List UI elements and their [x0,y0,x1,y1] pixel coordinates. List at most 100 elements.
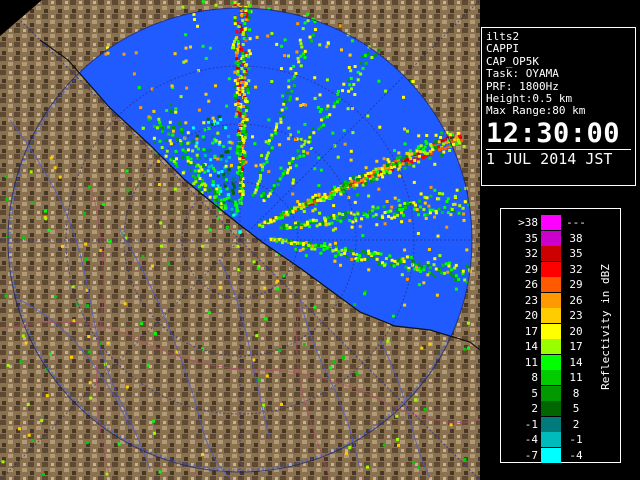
legend-color-swatch [541,339,561,354]
echo-cell [433,215,436,219]
echo-cell [439,136,443,139]
echo-cell [444,262,448,266]
echo-cell [377,187,381,191]
echo-cell [222,201,226,205]
echo-cell [423,201,427,205]
echo-cell [334,241,337,245]
echo-cell [442,142,446,146]
legend-color-swatch [541,323,561,339]
echo-cell [325,245,329,249]
echo-cell [264,140,268,144]
echo-cell [452,142,455,146]
echo-cell [230,163,233,167]
echo-cell [341,213,345,216]
echo-cell [18,427,21,431]
echo-cell [297,221,301,225]
echo-cell [353,93,357,96]
echo-cell [329,366,333,370]
echo-cell [134,51,138,55]
echo-cell [373,53,377,57]
echo-cell [19,360,23,364]
echo-cell [313,167,317,171]
echo-cell [400,220,404,224]
legend-color-swatch [541,370,561,385]
echo-cell [372,256,376,260]
echo-cell [122,52,126,56]
echo-cell [436,234,440,238]
echo-cell [399,260,403,264]
echo-cell [366,465,369,469]
echo-cell [375,159,379,163]
echo-cell [213,154,217,158]
echo-cell [232,191,235,195]
echo-cell [314,193,318,197]
echo-cell [88,381,92,385]
echo-cell [353,200,357,204]
radar-site-marker [238,230,242,234]
echo-cell [451,274,455,278]
echo-cell [332,204,336,208]
echo-cell [421,155,425,159]
observation-time: 12:30:00 [486,117,621,149]
echo-cell [435,293,439,297]
echo-cell [414,398,418,402]
echo-cell [243,22,247,25]
echo-cell [405,162,408,166]
radar-map-view[interactable] [0,0,480,480]
echo-cell [255,334,259,338]
echo-cell [390,258,394,262]
echo-cell [403,127,406,131]
echo-cell [453,266,457,270]
echo-cell [321,221,325,225]
echo-cell [425,142,429,145]
echo-cell [224,206,228,210]
echo-cell [366,114,370,118]
echo-cell [339,253,343,257]
echo-cell [235,82,239,86]
echo-cell [201,178,205,182]
echo-cell [253,191,257,195]
echo-cell [383,222,387,226]
echo-cell [440,211,444,214]
echo-cell [270,146,274,150]
echo-cell [87,335,91,338]
echo-cell [314,219,318,223]
echo-cell [378,216,382,220]
echo-cell [235,209,239,213]
echo-cell [268,192,272,196]
echo-cell [363,292,367,296]
echo-cell [383,263,386,267]
echo-cell [304,103,308,107]
echo-cell [219,154,223,158]
echo-cell [186,159,190,163]
echo-cell [234,61,238,65]
echo-cell [206,169,210,173]
echo-cell [398,203,402,207]
echo-cell [406,277,409,281]
echo-cell [125,169,129,173]
echo-cell [367,268,371,272]
echo-cell [376,252,380,255]
echo-cell [356,78,360,82]
echo-cell [375,170,379,174]
legend-upper-bound: 23 [569,309,583,322]
echo-cell [403,166,407,170]
echo-cell [405,255,409,259]
echo-cell [286,213,290,217]
echo-cell [228,146,232,150]
echo-cell [351,107,354,110]
echo-cell [306,19,310,23]
legend-upper-bound: 5 [572,402,580,415]
echo-cell [207,311,211,315]
echo-cell [291,157,295,161]
echo-cell [342,129,346,132]
echo-cell [84,242,88,246]
echo-cell [279,226,283,230]
echo-cell [174,149,178,153]
echo-cell [449,272,453,276]
echo-cell [361,183,365,187]
echo-cell [293,206,297,210]
echo-cell [233,203,237,207]
echo-cell [211,116,215,120]
echo-cell [211,180,215,184]
